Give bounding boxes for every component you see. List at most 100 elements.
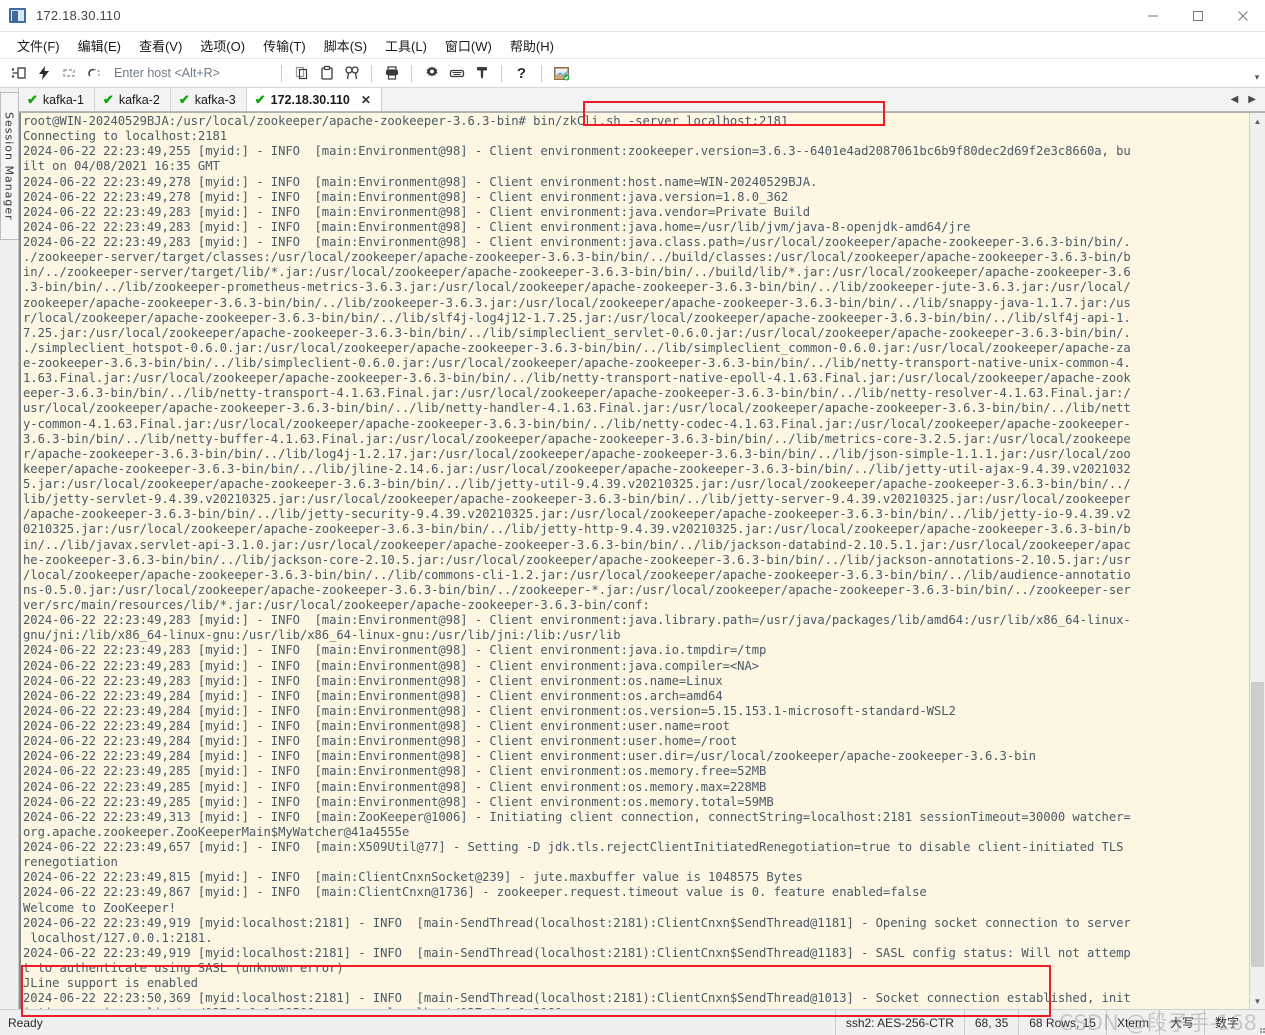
chat-window-icon[interactable]	[550, 62, 573, 85]
scrollbar-thumb[interactable]	[1251, 681, 1264, 968]
toolbar: Enter host <Alt+R> ? ▾	[0, 59, 1265, 88]
terminal-line: in/../zookeeper-server/target/lib/*.jar:…	[23, 265, 1131, 280]
terminal-line: 2024-06-22 22:23:49,284 [myid:] - INFO […	[23, 734, 738, 749]
securecrt-icon	[9, 7, 27, 25]
terminal-line: 2024-06-22 22:23:49,919 [myid:localhost:…	[23, 945, 1131, 960]
terminal-line: zookeeper/apache-zookeeper-3.6.3-bin/bin…	[23, 295, 1131, 310]
menu-tools[interactable]: 工具(L)	[376, 32, 436, 59]
scroll-down-icon[interactable]: ▼	[1250, 993, 1265, 1009]
menu-transfer[interactable]: 传输(T)	[254, 32, 315, 59]
reconnect-icon[interactable]	[57, 62, 80, 85]
terminal-line: 5.jar:/usr/local/zookeeper/apache-zookee…	[23, 477, 1131, 491]
terminal-line: 2024-06-22 22:23:49,285 [myid:] - INFO […	[23, 779, 767, 794]
connected-check-icon: ✔	[254, 92, 266, 107]
terminal-line: Connecting to localhost:2181	[23, 129, 228, 144]
menu-help[interactable]: 帮助(H)	[501, 32, 563, 59]
scrollbar-track[interactable]	[1250, 129, 1265, 993]
terminal-line: 2024-06-22 22:23:49,283 [myid:] - INFO […	[23, 219, 971, 234]
menu-options[interactable]: 选项(O)	[191, 32, 254, 59]
title-bar: 172.18.30.110	[0, 0, 1265, 32]
terminal-line: 2024-06-22 22:23:49,283 [myid:] - INFO […	[23, 673, 723, 688]
terminal-line: /apache-zookeeper-3.6.3-bin/bin/../lib/j…	[23, 507, 1131, 522]
terminal-line: .3-bin/bin/../lib/zookeeper-prometheus-m…	[23, 280, 1131, 295]
terminal-line: 2024-06-22 22:23:49,283 [myid:] - INFO […	[23, 658, 760, 673]
securecrt-window: 172.18.30.110 文件(F) 编辑(E) 查看(V) 选项(O) 传输…	[0, 0, 1265, 1035]
toolbar-separator-1	[281, 64, 282, 82]
terminal-line: 1.63.Final.jar:/usr/local/zookeeper/apac…	[23, 371, 1131, 386]
terminal-line: 2024-06-22 22:23:49,283 [myid:] - INFO […	[23, 204, 811, 219]
menu-script[interactable]: 脚本(S)	[315, 32, 376, 59]
terminal-line: 2024-06-22 22:23:49,284 [myid:] - INFO […	[23, 703, 956, 718]
terminal-line: 2024-06-22 22:23:49,255 [myid:] - INFO […	[23, 144, 1131, 159]
status-bar: Ready ssh2: AES-256-CTR 68, 35 68 Rows, …	[0, 1009, 1265, 1035]
terminal-line: JLine support is enabled	[23, 976, 198, 991]
scroll-up-icon[interactable]: ▲	[1250, 113, 1265, 129]
find-icon[interactable]	[340, 62, 363, 85]
host-input[interactable]: Enter host <Alt+R>	[106, 63, 274, 84]
connected-check-icon: ✔	[102, 92, 114, 107]
tab-kafka-3[interactable]: ✔ kafka-3	[170, 88, 247, 111]
tab-kafka-1[interactable]: ✔ kafka-1	[19, 88, 95, 111]
resize-grip-icon[interactable]	[1249, 1010, 1265, 1035]
terminal-line: 2024-06-22 22:23:49,285 [myid:] - INFO […	[23, 764, 767, 779]
terminal-line: lib/jetty-servlet-9.4.39.v20210325.jar:/…	[23, 492, 1131, 507]
status-ready: Ready	[8, 1015, 43, 1030]
connected-check-icon: ✔	[178, 92, 190, 107]
tab-next-icon[interactable]: ▶	[1244, 94, 1260, 105]
terminal-line: org.apache.zookeeper.ZooKeeperMain$MyWat…	[23, 824, 410, 839]
terminal-line: 2024-06-22 22:23:49,815 [myid:] - INFO […	[23, 870, 803, 885]
terminal-line: ns-0.5.0.jar:/usr/local/zookeeper/apache…	[23, 582, 1131, 597]
terminal-line: keeper/apache-zookeeper-3.6.3-bin/bin/..…	[23, 461, 1131, 476]
quick-connect-icon[interactable]	[32, 62, 55, 85]
terminal-line: eeper-3.6.3-bin/bin/../lib/netty-transpo…	[23, 386, 1131, 401]
gear-icon[interactable]	[420, 62, 443, 85]
paste-icon[interactable]	[315, 62, 338, 85]
terminal-line: ./simpleclient_hotspot-0.6.0.jar:/usr/lo…	[23, 340, 1131, 355]
terminal-line: 2024-06-22 22:23:49,278 [myid:] - INFO […	[23, 189, 789, 204]
terminal-line: r/apache-zookeeper-3.6.3-bin/bin/../lib/…	[23, 446, 1131, 461]
terminal-output[interactable]: root@WIN-20240529BJA:/usr/local/zookeepe…	[19, 113, 1249, 1009]
new-session-icon[interactable]	[7, 62, 30, 85]
body-area: Session Manager ✔ kafka-1 ✔ kafka-2 ✔ ka…	[0, 88, 1265, 1009]
menu-edit[interactable]: 编辑(E)	[69, 32, 130, 59]
minimize-button[interactable]	[1130, 0, 1175, 32]
close-button[interactable]	[1220, 0, 1265, 32]
key-icon[interactable]	[470, 62, 493, 85]
terminal-line: 2024-06-22 22:23:49,284 [myid:] - INFO […	[23, 749, 1036, 764]
terminal-line: 2024-06-22 22:23:49,278 [myid:] - INFO […	[23, 174, 818, 189]
tab-prev-icon[interactable]: ◀	[1227, 94, 1243, 105]
terminal-line: 2024-06-22 22:23:49,657 [myid:] - INFO […	[23, 840, 1124, 854]
menu-file[interactable]: 文件(F)	[8, 32, 69, 59]
terminal-line: /local/zookeeper/apache-zookeeper-3.6.3-…	[23, 567, 1131, 582]
tab-kafka-2[interactable]: ✔ kafka-2	[94, 88, 171, 111]
tab-172-18-30-110[interactable]: ✔ 172.18.30.110 ✕	[246, 88, 382, 111]
tab-label: kafka-3	[194, 92, 236, 107]
terminal-line: Welcome to ZooKeeper!	[23, 900, 177, 915]
maximize-button[interactable]	[1175, 0, 1220, 32]
copy-icon[interactable]	[290, 62, 313, 85]
menu-window[interactable]: 窗口(W)	[436, 32, 501, 59]
chevron-down-icon[interactable]: ▾	[1249, 62, 1265, 85]
menu-view[interactable]: 查看(V)	[130, 32, 191, 59]
terminal-line: 2024-06-22 22:23:49,867 [myid:] - INFO […	[23, 885, 927, 900]
terminal-line: 2024-06-22 22:23:49,285 [myid:] - INFO […	[23, 794, 774, 809]
toolbar-separator-2	[371, 64, 372, 82]
print-icon[interactable]	[380, 62, 403, 85]
terminal-scrollbar[interactable]: ▲ ▼	[1249, 113, 1265, 1009]
connected-check-icon: ✔	[27, 92, 38, 107]
terminal-line: y-common-4.1.63.Final.jar:/usr/local/zoo…	[23, 416, 1131, 431]
help-icon[interactable]: ?	[510, 62, 533, 85]
tab-strip: ✔ kafka-1 ✔ kafka-2 ✔ kafka-3 ✔ 172.18.3…	[19, 88, 1265, 112]
menu-bar: 文件(F) 编辑(E) 查看(V) 选项(O) 传输(T) 脚本(S) 工具(L…	[0, 32, 1265, 59]
terminal-line: ./zookeeper-server/target/classes:/usr/l…	[23, 250, 1131, 265]
session-manager-tab[interactable]: Session Manager	[0, 92, 19, 240]
terminal-line: t to authenticate using SASL (unknown er…	[23, 961, 344, 975]
status-protocol: ssh2: AES-256-CTR	[834, 1009, 964, 1035]
terminal-line: 7.25.jar:/usr/local/zookeeper/apache-zoo…	[23, 325, 1131, 340]
terminal-line: 2024-06-22 22:23:49,283 [myid:] - INFO […	[23, 613, 1131, 628]
terminal-line: localhost/127.0.0.1:2181.	[23, 930, 213, 945]
disconnect-icon[interactable]	[82, 62, 105, 85]
tab-close-icon[interactable]: ✕	[361, 93, 371, 107]
status-right-group: ssh2: AES-256-CTR 68, 35 68 Rows, 15 Xte…	[834, 1009, 1265, 1035]
keyboard-icon[interactable]	[445, 62, 468, 85]
